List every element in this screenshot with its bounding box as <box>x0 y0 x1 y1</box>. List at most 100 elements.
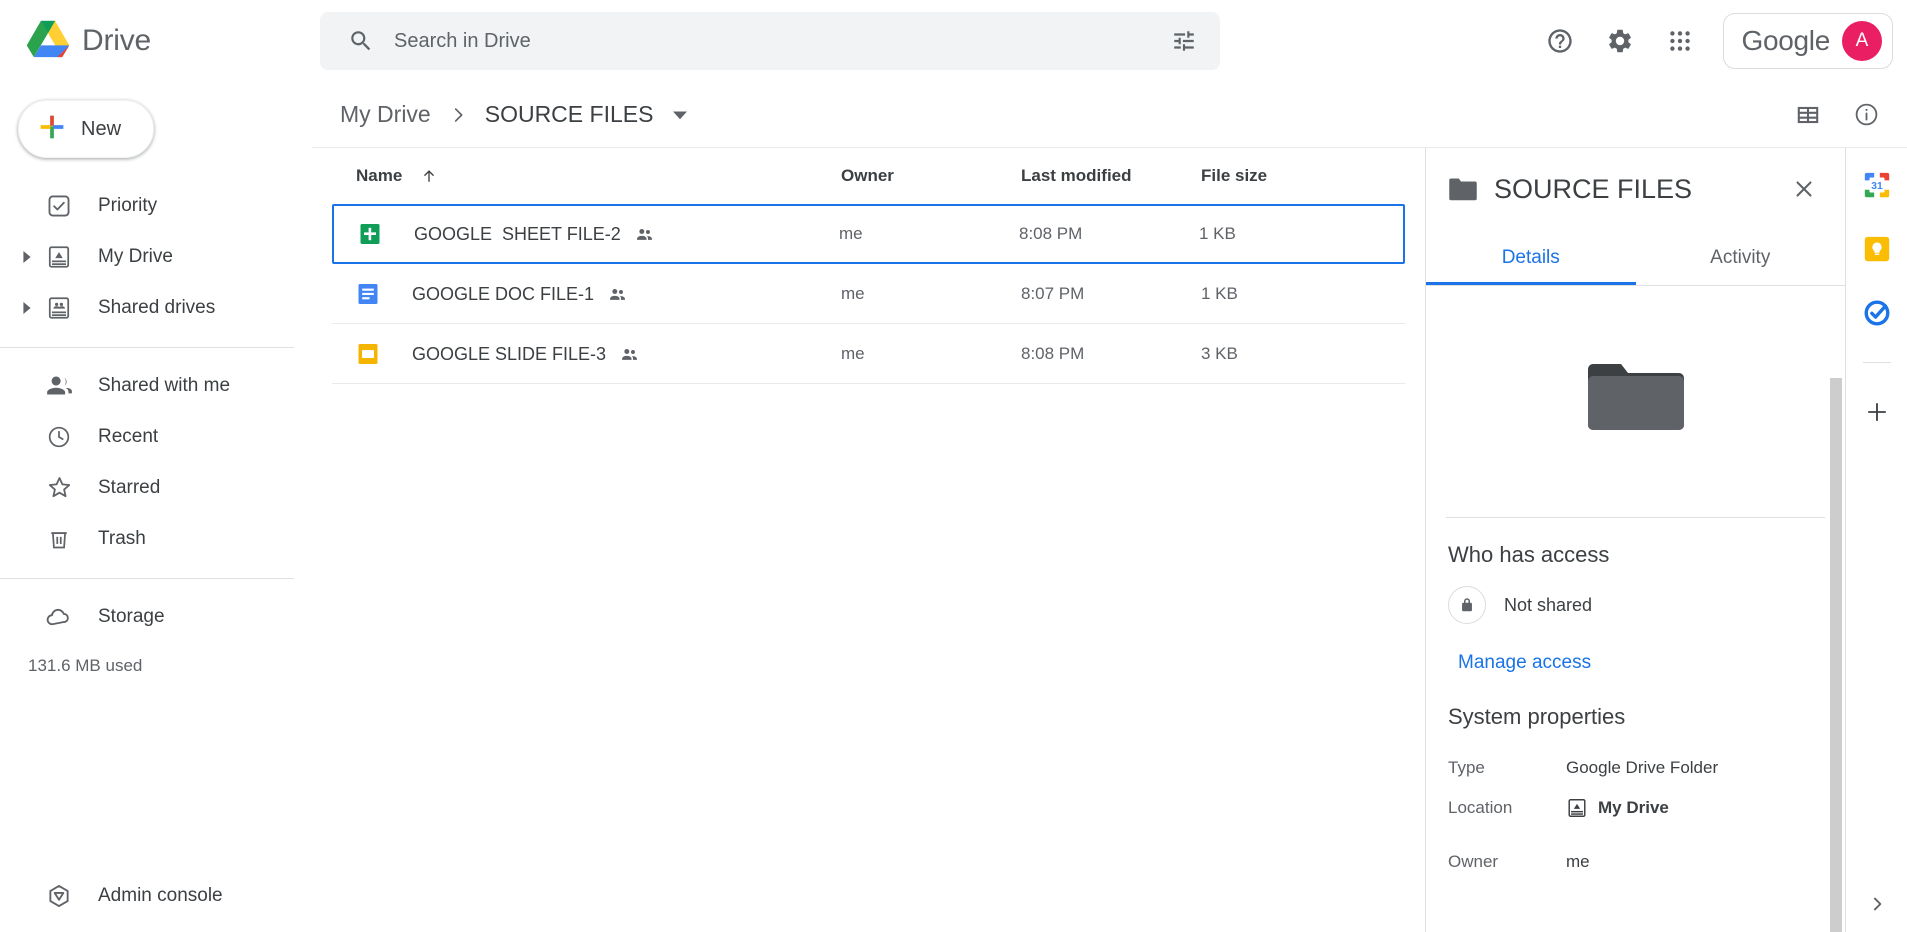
property-value-location[interactable]: My Drive <box>1566 797 1669 819</box>
tune-icon[interactable] <box>1162 19 1206 63</box>
lock-icon <box>1448 586 1486 624</box>
help-circle-icon[interactable] <box>1533 14 1587 68</box>
google-calendar-icon[interactable]: 31 <box>1860 168 1894 202</box>
sidebar-item-starred[interactable]: Starred <box>0 462 312 513</box>
file-owner: me <box>839 224 863 243</box>
people-icon <box>40 372 78 399</box>
sidebar-label: Trash <box>98 527 146 549</box>
table-row[interactable]: GOOGLE SHEET FILE-2 me 8:08 PM 1 KB <box>332 204 1405 264</box>
file-name: GOOGLE DOC FILE-1 <box>412 283 595 304</box>
table-row[interactable]: GOOGLE SLIDE FILE-3 me 8:08 PM 3 KB <box>332 324 1405 384</box>
folder-preview <box>1446 286 1825 518</box>
manage-access-link[interactable]: Manage access <box>1448 646 1601 680</box>
people-small-icon <box>594 285 627 304</box>
sidebar-label: Shared with me <box>98 374 231 396</box>
gear-icon[interactable] <box>1593 14 1647 68</box>
details-panel: SOURCE FILES Details Activity Who has ac… <box>1425 148 1845 932</box>
new-button[interactable]: New <box>18 100 155 158</box>
sidebar-divider-2 <box>0 578 294 579</box>
avatar[interactable]: A <box>1842 21 1882 61</box>
sidebar-item-priority[interactable]: Priority <box>0 180 312 231</box>
cloud-icon <box>40 603 78 631</box>
who-has-access-section: Who has access Not shared Manage access <box>1426 518 1845 680</box>
close-icon[interactable] <box>1777 162 1831 216</box>
details-scroll-area: Who has access Not shared Manage access <box>1426 286 1845 932</box>
drive-brand[interactable]: Drive <box>0 19 312 64</box>
search-input[interactable] <box>382 29 1162 53</box>
file-list: Name Owner Last modified File size GOOGL… <box>312 148 1425 932</box>
property-row-location: Location My Drive <box>1448 788 1823 828</box>
people-small-icon <box>606 345 639 364</box>
sidebar-label: Storage <box>98 605 165 627</box>
google-tasks-icon[interactable] <box>1860 296 1894 330</box>
arrow-up-icon <box>412 167 438 185</box>
file-size: 1 KB <box>1199 224 1236 243</box>
chevron-right-icon[interactable] <box>1846 894 1907 914</box>
column-header-name[interactable]: Name <box>356 166 841 186</box>
sidebar-label: Priority <box>98 194 158 216</box>
search-icon[interactable] <box>340 20 382 62</box>
sidebar-item-shared-with-me[interactable]: Shared with me <box>0 360 312 411</box>
trash-icon <box>40 526 78 552</box>
sidebar-item-shared-drives[interactable]: Shared drives <box>0 282 312 333</box>
property-row-type: Type Google Drive Folder <box>1448 748 1823 788</box>
sidebar-item-my-drive[interactable]: My Drive <box>0 231 312 282</box>
sidebar-item-recent[interactable]: Recent <box>0 411 312 462</box>
chevron-right-icon[interactable] <box>14 250 40 263</box>
drive-app: Drive Search in Drive Google A New Prior… <box>0 0 1907 932</box>
file-modified: 8:08 PM <box>1021 344 1085 363</box>
table-row[interactable]: GOOGLE DOC FILE-1 me 8:07 PM 1 KB <box>332 264 1405 324</box>
account-chip[interactable]: Google A <box>1722 13 1893 69</box>
who-has-access-heading: Who has access <box>1448 542 1610 567</box>
main-header: My Drive SOURCE FILES <box>312 82 1907 148</box>
file-size: 3 KB <box>1201 344 1238 363</box>
drive-logo-icon <box>26 19 70 64</box>
property-key: Type <box>1448 758 1485 777</box>
file-owner: me <box>841 344 865 363</box>
access-status: Not shared <box>1504 594 1593 615</box>
breadcrumb-root[interactable]: My Drive <box>332 97 439 132</box>
folder-large-icon <box>1586 359 1686 444</box>
breadcrumb-current[interactable]: SOURCE FILES <box>477 97 662 132</box>
top-bar-actions: Google A <box>1220 13 1907 69</box>
sidebar-label: My Drive <box>98 245 173 267</box>
google-sheets-icon <box>358 222 392 246</box>
column-header-size[interactable]: File size <box>1201 166 1381 186</box>
sidebar-item-trash[interactable]: Trash <box>0 513 312 564</box>
tab-details[interactable]: Details <box>1426 230 1636 285</box>
search-bar[interactable] <box>320 12 1220 70</box>
system-properties-section: System properties Type Google Drive Fold… <box>1426 680 1845 882</box>
google-slides-icon <box>356 342 390 366</box>
chevron-right-icon[interactable] <box>14 301 40 314</box>
breadcrumb-separator-icon <box>443 104 473 126</box>
apps-grid-icon[interactable] <box>1653 14 1707 68</box>
folder-icon <box>1448 176 1478 202</box>
google-keep-icon[interactable] <box>1860 232 1894 266</box>
breadcrumb: My Drive SOURCE FILES <box>332 97 1781 132</box>
top-bar: Drive Search in Drive Google A <box>0 0 1907 82</box>
file-owner: me <box>841 284 865 303</box>
plus-icon <box>37 112 67 147</box>
google-docs-icon <box>356 282 390 306</box>
sidebar-item-storage[interactable]: Storage <box>0 591 312 642</box>
property-key: Owner <box>1448 852 1499 871</box>
column-header-modified[interactable]: Last modified <box>1021 166 1201 186</box>
sidebar-label: Starred <box>98 476 161 498</box>
main-header-actions <box>1781 88 1893 142</box>
sidebar-item-admin-console[interactable]: Admin console <box>0 870 312 922</box>
main-area: My Drive SOURCE FILES Name Owner Last mo… <box>312 82 1907 932</box>
column-header-owner[interactable]: Owner <box>841 166 1021 186</box>
sidebar-label: Recent <box>98 425 159 447</box>
rail-divider <box>1862 362 1891 363</box>
tab-activity[interactable]: Activity <box>1636 230 1846 285</box>
svg-text:31: 31 <box>1871 181 1883 192</box>
file-size: 1 KB <box>1201 284 1238 303</box>
sidebar-divider <box>0 347 294 348</box>
grid-view-icon[interactable] <box>1781 88 1835 142</box>
sidebar-label: Admin console <box>98 885 223 906</box>
details-scrollbar[interactable] <box>1830 378 1842 932</box>
info-circle-icon[interactable] <box>1839 88 1893 142</box>
sidebar-nav-secondary: Shared with me Recent Starred Trash <box>0 360 312 564</box>
chevron-down-icon[interactable] <box>667 102 693 128</box>
plus-icon[interactable] <box>1860 395 1894 429</box>
